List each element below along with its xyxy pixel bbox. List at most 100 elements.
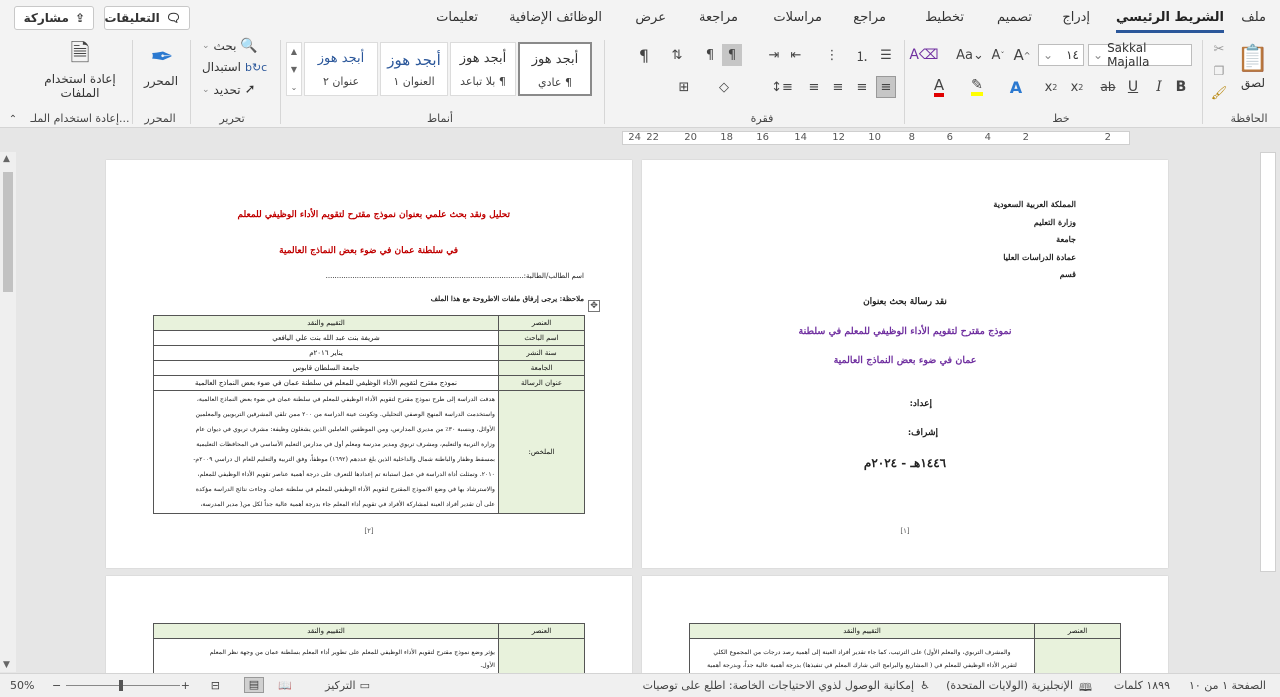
page-1[interactable]: المملكة العربية السعودية وزارة التعليم ج… — [642, 160, 1168, 568]
reuse-group-label: إعادة استخدام الملـ... — [30, 112, 130, 125]
underline-icon[interactable]: U — [1124, 76, 1142, 98]
text-effects-icon[interactable]: A — [1006, 76, 1026, 98]
borders-icon[interactable]: ⊞ — [672, 76, 696, 98]
share-icon: ⇪ — [74, 11, 85, 25]
page-3[interactable]: العنصر التقييم والنقد والمشرف التربوي، و… — [642, 576, 1168, 679]
evaluation-table: العنصر التقييم والنقد اسم الباحث شريفة ب… — [153, 315, 585, 514]
focus-mode-button[interactable]: ▭ التركيز — [325, 679, 370, 692]
increase-indent-icon[interactable]: ⇥ — [764, 44, 784, 66]
tab-mailings[interactable]: مراسلات — [773, 10, 822, 25]
font-color-icon[interactable]: A — [926, 76, 952, 98]
zoom-in-icon[interactable]: + — [181, 679, 190, 692]
tab-file[interactable]: ملف — [1241, 10, 1266, 25]
paste-icon[interactable]: 📋 — [1236, 42, 1270, 76]
tab-help[interactable]: تعليمات — [436, 10, 478, 25]
table-row-summary: الملخص: هدفت الدراسة إلى طرح نموذج مقترح… — [153, 390, 585, 514]
page-4[interactable]: العنصر التقييم والنقد يؤثر وضع نموذج مقت… — [106, 576, 632, 679]
tab-review[interactable]: مراجعة — [699, 10, 738, 25]
scroll-down-icon[interactable]: ▼ — [3, 660, 10, 670]
tab-insert[interactable]: إدراج — [1062, 10, 1090, 25]
tab-layout[interactable]: تخطيط — [925, 10, 964, 25]
show-marks-icon[interactable]: ¶ — [634, 44, 654, 66]
strikethrough-icon[interactable]: ab — [1096, 76, 1120, 98]
editor-pen-icon[interactable]: ✒ — [142, 38, 182, 74]
page-count[interactable]: الصفحة ١ من ١٠ — [1189, 679, 1266, 692]
year: ١٤٤٦هـ - ٢٠٢٤م — [863, 456, 947, 470]
reuse-files-button[interactable]: إعادة استخدام الملفات — [30, 72, 130, 100]
zoom-out-icon[interactable]: − — [52, 679, 61, 692]
superscript-icon[interactable]: x2 — [1040, 76, 1062, 98]
style-heading-1[interactable]: أبجد هوز العنوان ١ — [380, 42, 448, 96]
font-name-select[interactable]: ⌄ Sakkal Majalla — [1088, 41, 1192, 69]
page-2[interactable]: تحليل ونقد بحث علمي بعنوان نموذج مقترح ل… — [106, 160, 632, 568]
ltr-direction-icon[interactable]: ¶ — [700, 44, 720, 66]
print-layout-icon[interactable]: ▤ — [244, 677, 264, 693]
zoom-slider-thumb[interactable] — [119, 680, 123, 691]
style-no-spacing[interactable]: أبجد هوز ¶ بلا تباعد — [450, 42, 516, 96]
table-header-evaluation: التقييم والنقد — [153, 315, 499, 331]
table-header-element: العنصر — [498, 315, 585, 331]
align-right-icon[interactable]: ≡ — [876, 76, 896, 98]
tab-view[interactable]: عرض — [635, 10, 666, 25]
word-count[interactable]: ١٨٩٩ كلمات — [1114, 679, 1170, 692]
decrease-indent-icon[interactable]: ⇤ — [786, 44, 806, 66]
web-layout-icon[interactable]: ⊟ — [211, 679, 220, 692]
bold-icon[interactable]: B — [1172, 76, 1190, 98]
justify-icon[interactable]: ≡ — [804, 76, 824, 98]
format-painter-icon[interactable]: 🖌 — [1210, 84, 1228, 102]
subscript-icon[interactable]: x2 — [1066, 76, 1088, 98]
read-mode-icon[interactable]: 📖 — [278, 679, 292, 692]
thesis-title-line2: عمان في ضوء بعض النماذج العالمية — [833, 355, 977, 366]
scroll-up-icon[interactable]: ▲ — [3, 154, 10, 164]
ribbon: 📋 لصق ✂ ❐ 🖌 الحافظة ⌄ Sakkal Majalla ⌄ ١٤ … — [0, 36, 1280, 128]
styles-gallery-scroll[interactable]: ▲ ▼ ⌄ — [286, 42, 302, 96]
vertical-scrollbar[interactable]: ▲ ▼ — [0, 152, 16, 672]
shading-icon[interactable]: ◇ — [712, 76, 736, 98]
horizontal-ruler[interactable]: 2 2 4 6 8 10 12 14 16 18 20 22 24 — [622, 131, 1130, 145]
style-heading-2[interactable]: أبجد هوز عنوان ٢ — [304, 42, 378, 96]
language-indicator[interactable]: 🕮 الإنجليزية (الولايات المتحدة) — [946, 679, 1092, 697]
paste-button[interactable]: لصق — [1230, 76, 1276, 90]
student-name-field: اسم الطالب/الطالبة:.....................… — [325, 272, 584, 280]
table-row: سنة النشر يناير ٢٠١٦م — [153, 345, 585, 361]
share-button[interactable]: ⇪ مشاركة — [14, 6, 94, 30]
align-center-icon[interactable]: ≡ — [852, 76, 872, 98]
collapse-ribbon-icon[interactable]: ⌃ — [6, 112, 20, 126]
style-normal[interactable]: أبجد هوز ¶ عادي — [518, 42, 592, 96]
find-button[interactable]: 🔍 بحث ⌄ — [202, 38, 272, 54]
highlight-color-icon[interactable]: ✎ — [964, 76, 990, 98]
multilevel-list-icon[interactable]: ⋮ — [822, 44, 842, 66]
scroll-thumb[interactable] — [3, 172, 13, 292]
select-button[interactable]: ➚ تحديد ⌄ — [202, 82, 272, 97]
change-case-icon[interactable]: Aa⌄ — [956, 44, 984, 66]
reuse-files-icon[interactable]: 🗎 — [60, 39, 100, 72]
word-window: { "tabs":["ملف","الشريط الرئيسي","إدراج"… — [0, 0, 1280, 697]
comments-button[interactable]: 🗨 التعليقات — [104, 6, 190, 30]
align-left-icon[interactable]: ≡ — [828, 76, 848, 98]
sort-icon[interactable]: ⇅ — [666, 44, 688, 66]
replace-button[interactable]: b↻c استبدال — [202, 60, 272, 74]
shrink-font-icon[interactable]: Aˇ — [988, 44, 1008, 66]
tab-design[interactable]: تصميم — [997, 10, 1032, 25]
copy-icon[interactable]: ❐ — [1210, 62, 1228, 80]
rtl-direction-icon[interactable]: ¶ — [722, 44, 742, 66]
line-spacing-icon[interactable]: ↕≡ — [770, 76, 794, 98]
cut-icon[interactable]: ✂ — [1210, 40, 1228, 58]
numbering-icon[interactable]: ⒈ — [852, 44, 872, 66]
clear-formatting-icon[interactable]: A⌫ — [909, 44, 938, 66]
tab-home[interactable]: الشريط الرئيسي — [1116, 10, 1224, 33]
grow-font-icon[interactable]: A ^ — [1012, 44, 1032, 66]
tab-references[interactable]: مراجع — [853, 10, 886, 25]
styles-group-label: أنماط — [426, 112, 453, 125]
bullets-icon[interactable]: ☰ — [876, 44, 896, 66]
status-bar: الصفحة ١ من ١٠ ١٨٩٩ كلمات 🕮 الإنجليزية (… — [0, 673, 1280, 697]
accessibility-indicator[interactable]: ♿ إمكانية الوصول لذوي الاحتياجات الخاصة:… — [643, 679, 930, 692]
zoom-slider[interactable] — [66, 685, 180, 686]
summary-text: هدفت الدراسة إلى طرح نموذج مقترح لتقويم … — [153, 390, 499, 514]
zoom-level[interactable]: 50% — [10, 679, 34, 692]
font-size-select[interactable]: ⌄ ١٤ — [1038, 44, 1084, 66]
table-move-handle-icon[interactable]: ✥ — [588, 300, 600, 312]
tab-addins[interactable]: الوظائف الإضافية — [509, 10, 602, 25]
editor-button[interactable]: المحرر — [136, 74, 186, 88]
italic-icon[interactable]: I — [1150, 76, 1168, 98]
